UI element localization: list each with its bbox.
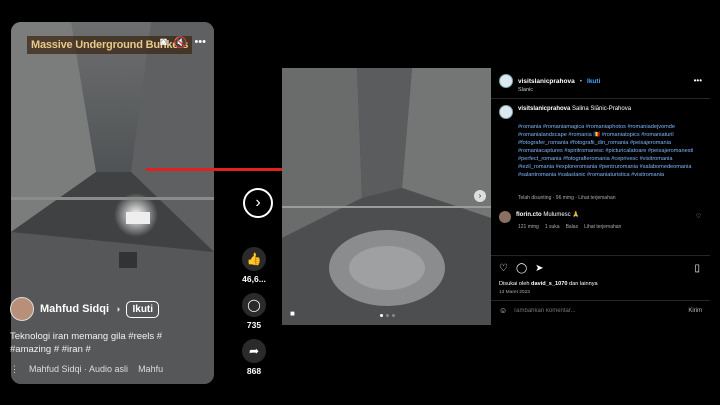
mute-icon[interactable]: 🔇 (174, 36, 188, 49)
divider (491, 98, 710, 99)
like-count: 46,6... (242, 274, 266, 284)
comment-meta: 121 mmg 1 suka Balas Lihat terjemahan (518, 224, 621, 230)
comment-composer: ☺ Kirim (499, 306, 702, 315)
follow-button[interactable]: Ikuti (587, 78, 600, 85)
audio-scroll-text: Mahfu (138, 364, 164, 374)
caption-text: Salina Slănic-Prahova (572, 106, 632, 112)
avatar[interactable] (10, 297, 34, 321)
share-icon[interactable]: ➦ (242, 339, 266, 363)
chevron-right-icon: › (478, 191, 482, 200)
next-reel-button[interactable]: › (243, 188, 273, 218)
follow-button[interactable]: Ikuti (126, 300, 160, 318)
caption-meta: Telah disunting · 96 mmg · Lihat terjema… (518, 195, 616, 201)
comment-likes[interactable]: 1 suka (545, 224, 560, 230)
more-icon[interactable]: ••• (194, 36, 206, 49)
tagged-icon[interactable]: ■ (290, 309, 295, 318)
reel-actions: 👍 46,6... ◯ 735 ➦ 868 (240, 247, 268, 381)
comment-age: 121 mmg (518, 224, 539, 230)
bookmark-icon[interactable]: ▯ (694, 263, 700, 274)
reel-audio[interactable]: ⋮ Mahfud Sidqi · Audio asli Mahfu (10, 364, 163, 375)
comment-input[interactable] (513, 307, 683, 314)
comment-text: Mulumesc 🙏 (543, 212, 580, 218)
share-action[interactable]: ➦ 868 (242, 339, 266, 376)
post-header: visitslanicprahova • Ikuti (499, 74, 600, 88)
chevron-right-icon: › (255, 194, 261, 211)
like-action[interactable]: 👍 46,6... (242, 247, 266, 284)
volume-icon[interactable]: ◙ (160, 36, 167, 49)
photo-next-button[interactable]: › (474, 190, 486, 202)
comment-count: 735 (246, 320, 262, 330)
emoji-icon[interactable]: ☺ (499, 306, 507, 315)
carousel-dot (380, 314, 383, 317)
avatar[interactable] (499, 105, 513, 119)
post-username[interactable]: visitslanicprahova (518, 78, 575, 85)
reel-user-row: Mahfud Sidqi ◑ Ikuti (10, 297, 160, 321)
comment-icon[interactable]: ◯ (242, 293, 266, 317)
separator-dot: • (579, 77, 583, 85)
carousel-dots (380, 314, 395, 317)
caption-hashtags[interactable]: #romania #romaniamagica #romaniaphotos #… (518, 123, 698, 179)
send-button[interactable]: Kirim (688, 308, 702, 314)
audio-text: Mahfud Sidqi · Audio asli (29, 364, 129, 374)
caption-username[interactable]: visitslanicprahova (518, 106, 570, 112)
reel-username[interactable]: Mahfud Sidqi (40, 303, 109, 315)
audio-icon: ⋮ (10, 364, 19, 374)
liked-by-suffix: dan lainnya (569, 281, 598, 287)
heart-icon[interactable]: ♡ (696, 213, 701, 220)
avatar[interactable] (499, 211, 511, 223)
comment-icon[interactable]: ◯ (516, 263, 527, 274)
send-icon[interactable]: ➤ (535, 263, 543, 274)
comment-action[interactable]: ◯ 735 (242, 293, 266, 330)
post-side-panel: visitslanicprahova • Ikuti Slanic ••• vi… (491, 68, 710, 325)
more-icon[interactable]: ••• (694, 76, 702, 85)
post-photo[interactable] (282, 68, 491, 325)
translate-link[interactable]: Lihat terjemahan (584, 224, 621, 230)
verified-icon: ◑ (115, 304, 121, 314)
reel-top-icons: ◙ 🔇 ••• (160, 36, 206, 49)
liked-by-user[interactable]: david_s_1070 (531, 281, 567, 287)
share-count: 868 (246, 366, 262, 376)
heart-icon[interactable]: ♡ (499, 263, 508, 274)
divider (491, 255, 710, 256)
avatar[interactable] (499, 74, 513, 88)
carousel-dot (386, 314, 389, 317)
post-action-row: ♡ ◯ ➤ (499, 263, 544, 274)
reply-link[interactable]: Balas (566, 224, 579, 230)
liked-by-prefix: Disukai oleh (499, 281, 530, 287)
liked-by[interactable]: Disukai oleh david_s_1070 dan lainnya (499, 281, 598, 287)
post-photo-image (282, 68, 491, 325)
comment-item: florin.cto Mulumesc 🙏 (499, 211, 580, 223)
post-caption: visitslanicprahova Salina Slănic-Prahova (499, 105, 708, 119)
post-location[interactable]: Slanic (518, 87, 533, 93)
heart-icon[interactable]: 👍 (242, 247, 266, 271)
carousel-dot (392, 314, 395, 317)
comment-username[interactable]: florin.cto (516, 212, 542, 218)
divider (491, 300, 710, 301)
reel-caption: Teknologi iran memang gila #reels # #ama… (10, 331, 163, 355)
post-date: 13 Maret 2023 (499, 290, 530, 295)
